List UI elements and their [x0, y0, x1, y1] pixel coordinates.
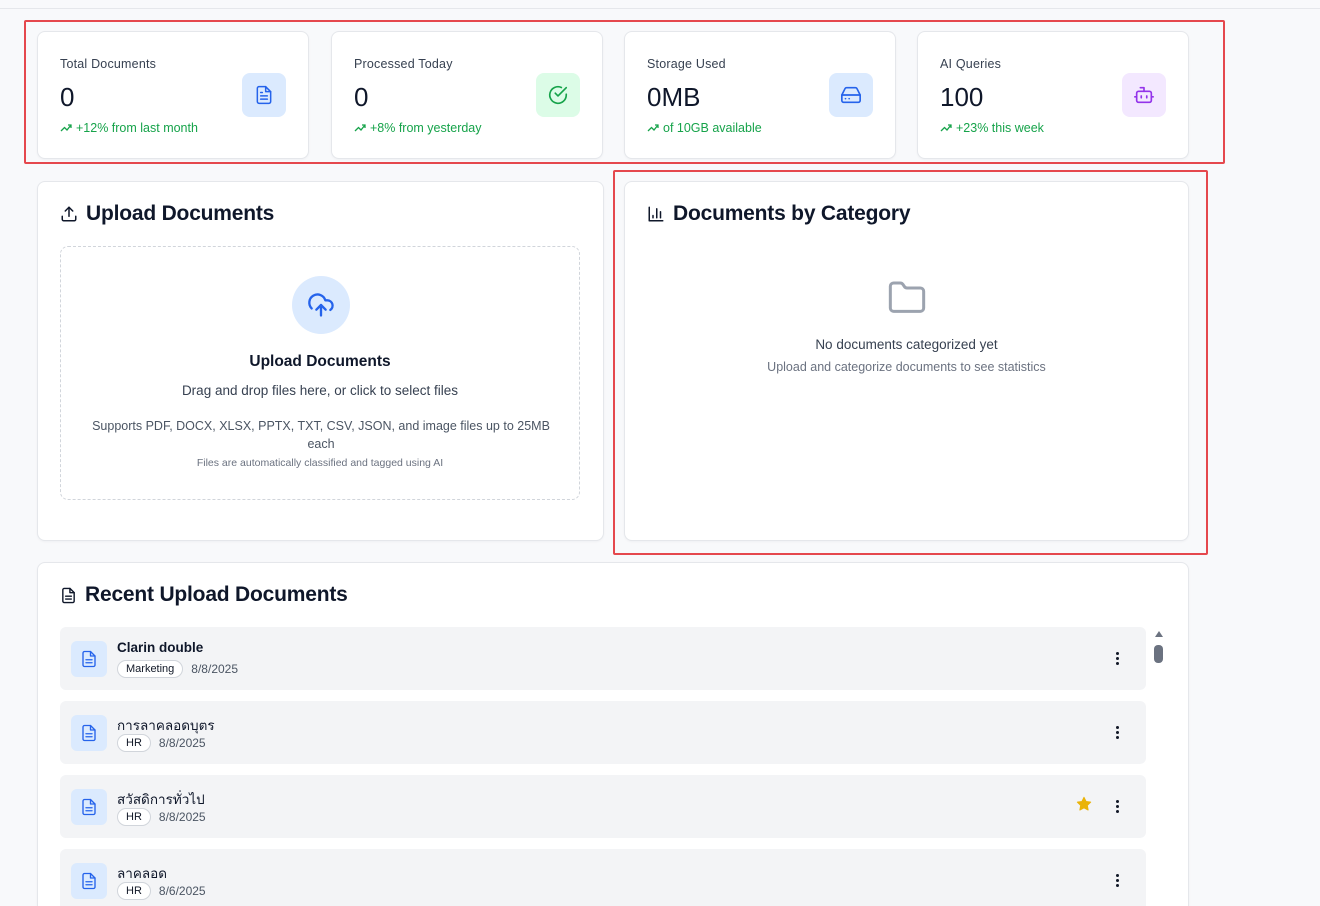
dropzone-title: Upload Documents — [249, 353, 391, 370]
stat-change-text: of 10GB available — [663, 121, 762, 135]
category-tag: Marketing — [117, 660, 184, 678]
document-icon — [242, 73, 286, 117]
bot-icon — [1122, 73, 1166, 117]
upload-title-text: Upload Documents — [86, 202, 275, 225]
document-name: Clarin double — [117, 640, 204, 655]
dropzone-formats: Supports PDF, DOCX, XLSX, PPTX, TXT, CSV… — [92, 419, 550, 451]
stat-value: 0 — [354, 82, 369, 112]
stat-change: of 10GB available — [647, 121, 762, 135]
more-vertical-icon[interactable] — [1108, 723, 1126, 741]
category-highlight-box — [613, 170, 1208, 555]
scroll-up-arrow[interactable] — [1155, 631, 1163, 637]
check-circle-icon — [536, 73, 580, 117]
recent-title-text: Recent Upload Documents — [85, 583, 348, 606]
stat-change-text: +12% from last month — [76, 121, 198, 135]
upload-panel-title: Upload Documents — [60, 202, 274, 226]
stat-card-total-documents: Total Documents 0 +12% from last month — [37, 31, 309, 159]
stat-label: Storage Used — [647, 57, 726, 71]
cloud-upload-icon — [292, 276, 350, 334]
scroll-thumb[interactable] — [1154, 645, 1163, 663]
stat-value: 0 — [60, 82, 75, 112]
stat-change-text: +8% from yesterday — [370, 121, 482, 135]
upload-icon — [61, 206, 77, 222]
trend-up-icon — [354, 124, 366, 132]
document-date: 8/8/2025 — [158, 736, 206, 750]
document-meta: HR 8/6/2025 — [117, 882, 206, 900]
stat-change: +23% this week — [940, 121, 1044, 135]
category-tag: HR — [117, 882, 151, 900]
stat-label: AI Queries — [940, 57, 1002, 71]
document-meta: HR 8/8/2025 — [117, 734, 206, 752]
trend-up-icon — [60, 124, 72, 132]
top-divider — [0, 8, 1320, 9]
document-icon — [71, 789, 107, 825]
hard-drive-icon — [829, 73, 873, 117]
recent-documents-list: Clarin double Marketing 8/8/2025 การลาคล… — [60, 627, 1146, 906]
stat-value: 0MB — [647, 82, 701, 112]
list-item[interactable]: ลาคลอด HR 8/6/2025 — [60, 849, 1146, 906]
more-vertical-icon[interactable] — [1108, 797, 1126, 815]
document-name: การลาคลอดบุตร — [117, 718, 215, 733]
document-meta: Marketing 8/8/2025 — [117, 660, 238, 678]
stat-change: +8% from yesterday — [354, 121, 482, 135]
document-icon — [71, 715, 107, 751]
document-name: สวัสดิการทั่วไป — [117, 792, 205, 807]
star-icon[interactable] — [1076, 796, 1092, 812]
document-date: 8/6/2025 — [158, 884, 206, 898]
trend-up-icon — [647, 124, 659, 132]
more-vertical-icon[interactable] — [1108, 871, 1126, 889]
upload-dropzone[interactable]: Upload Documents Drag and drop files her… — [60, 246, 580, 500]
document-date: 8/8/2025 — [191, 662, 239, 676]
recent-panel-title: Recent Upload Documents — [60, 583, 348, 607]
category-tag: HR — [117, 808, 151, 826]
stat-value: 100 — [940, 82, 984, 112]
document-icon — [71, 641, 107, 677]
document-meta: HR 8/8/2025 — [117, 808, 206, 826]
stat-card-processed-today: Processed Today 0 +8% from yesterday — [331, 31, 603, 159]
recent-uploads-panel: Recent Upload Documents Clarin double Ma… — [37, 562, 1189, 906]
dropzone-note: Files are automatically classified and t… — [196, 457, 444, 469]
upload-panel: Upload Documents Upload Documents Drag a… — [37, 181, 604, 541]
category-tag: HR — [117, 734, 151, 752]
stat-label: Total Documents — [60, 57, 157, 71]
list-item[interactable]: สวัสดิการทั่วไป HR 8/8/2025 — [60, 775, 1146, 838]
stat-card-storage-used: Storage Used 0MB of 10GB available — [624, 31, 896, 159]
document-name: ลาคลอด — [117, 866, 168, 881]
list-item[interactable]: Clarin double Marketing 8/8/2025 — [60, 627, 1146, 690]
trend-up-icon — [940, 124, 952, 132]
stat-label: Processed Today — [354, 57, 453, 71]
file-text-icon — [62, 587, 75, 603]
stat-change-text: +23% this week — [956, 121, 1044, 135]
document-icon — [71, 863, 107, 899]
list-scrollbar[interactable] — [1154, 631, 1164, 906]
dropzone-subtitle: Drag and drop files here, or click to se… — [181, 383, 459, 398]
more-vertical-icon[interactable] — [1108, 649, 1126, 667]
stat-card-ai-queries: AI Queries 100 +23% this week — [917, 31, 1189, 159]
document-date: 8/8/2025 — [158, 810, 206, 824]
stat-change: +12% from last month — [60, 121, 198, 135]
list-item[interactable]: การลาคลอดบุตร HR 8/8/2025 — [60, 701, 1146, 764]
